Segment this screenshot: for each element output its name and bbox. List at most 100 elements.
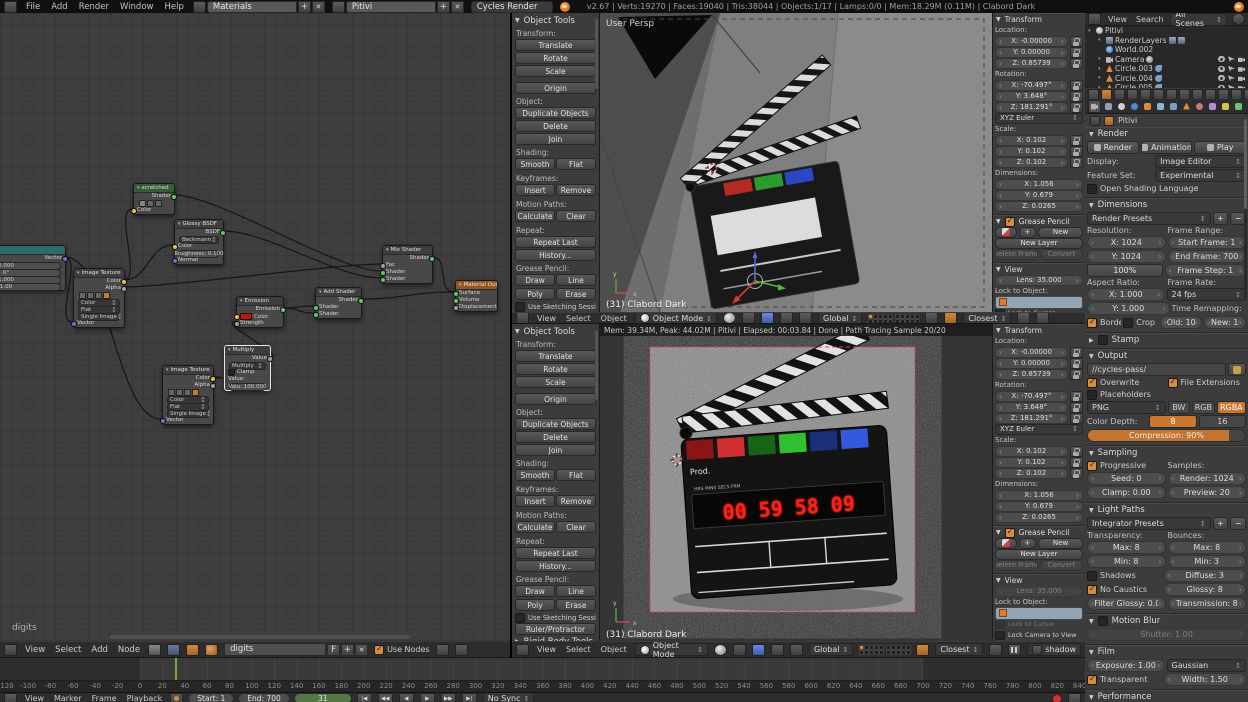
lock-toggle[interactable] (1070, 58, 1083, 69)
button[interactable]: + (1213, 517, 1229, 530)
tool-button[interactable]: Erase (556, 288, 596, 300)
checkbox[interactable]: Lock Camera to View (995, 631, 1083, 640)
opengl-render-icon[interactable] (1017, 312, 1030, 324)
checkbox[interactable]: File Extensions (1168, 377, 1247, 388)
pivot-point-icon[interactable] (742, 312, 755, 324)
tool-button[interactable]: Rotate (515, 52, 596, 64)
search-icon[interactable] (1232, 13, 1245, 25)
dropdown[interactable]: XYZ Euler (995, 113, 1083, 124)
input-socket[interactable] (453, 305, 459, 311)
fake-user-button[interactable]: F (327, 644, 340, 656)
tab-texture[interactable] (1207, 101, 1218, 112)
sync-mode-select[interactable]: No Sync (483, 692, 535, 702)
current-frame-field[interactable]: 31 (295, 694, 351, 702)
tool-button[interactable]: Duplicate Objects (515, 107, 596, 119)
menu-view[interactable]: View (535, 645, 558, 654)
panel-header[interactable]: ▼Light Paths (1085, 504, 1248, 516)
menu-add[interactable]: Add (89, 645, 109, 655)
menu-file[interactable]: File (24, 2, 42, 12)
tab-object-data[interactable] (1181, 101, 1192, 112)
node-header[interactable]: Glossy BSDF (175, 220, 223, 229)
panel-header[interactable]: ▼View (993, 264, 1085, 275)
menu-marker[interactable]: Marker (52, 694, 84, 702)
value-field[interactable]: ‹X: 1.056› (995, 490, 1083, 501)
tool-button[interactable]: Smooth (515, 158, 555, 170)
button[interactable]: Convert (1040, 249, 1083, 260)
toggle-button[interactable]: 16 (1199, 415, 1246, 428)
filter-icon-5[interactable] (1153, 89, 1164, 100)
value-field[interactable]: ‹Seed: 0› (1087, 472, 1166, 485)
timeline-track[interactable] (0, 658, 1085, 681)
tool-button[interactable]: Draw (515, 274, 555, 286)
image-icon[interactable] (87, 292, 94, 299)
value-field[interactable]: ‹Y: 0.679› (995, 501, 1083, 512)
panel-header-object-tools[interactable]: ▼Object Tools (515, 326, 596, 337)
button[interactable]: + (1019, 538, 1037, 549)
lock-toggle[interactable] (1070, 91, 1083, 102)
image-icon[interactable] (103, 292, 110, 299)
tab-render[interactable] (1088, 100, 1101, 113)
filter-icon-3[interactable] (1127, 89, 1138, 100)
manipulator-scale-icon[interactable] (799, 312, 812, 324)
tool-button[interactable]: History... (515, 249, 596, 261)
tab-render-layers[interactable] (1103, 101, 1114, 112)
add-layout-button[interactable] (298, 1, 311, 13)
node-header[interactable]: scratched (134, 184, 174, 193)
selectability-icon[interactable] (1228, 66, 1235, 72)
filter-icon-6[interactable] (1166, 89, 1177, 100)
panel-header-object-tools[interactable]: ▼Object Tools (515, 15, 596, 26)
menu-search[interactable]: Search (1134, 15, 1165, 24)
outliner-row[interactable]: ▾Circle.004 (1085, 74, 1248, 84)
value-field[interactable]: ‹Z: 0.102› (995, 157, 1068, 168)
lock-toggle[interactable] (1070, 102, 1083, 113)
keying-set-icon[interactable] (1068, 693, 1081, 702)
image-icon[interactable] (79, 292, 86, 299)
renderability-icon[interactable] (1238, 75, 1245, 81)
manipulator-rotate-icon[interactable] (771, 644, 784, 656)
tool-button[interactable]: Repeat Last (515, 547, 596, 559)
checkbox[interactable]: Transparent (1087, 674, 1162, 685)
dropdown[interactable]: Experimental (1155, 169, 1246, 182)
filter-icon-2[interactable] (1114, 89, 1125, 100)
layers-widget[interactable] (859, 645, 910, 654)
transform-orientation-select[interactable]: Global (809, 643, 853, 656)
value-field[interactable]: ‹Y: 1.000› (1087, 302, 1170, 315)
checkbox[interactable]: Placeholders (1087, 389, 1246, 400)
button[interactable]: Animation (1141, 141, 1193, 154)
value-field[interactable]: ‹Y: 1024› (1087, 250, 1166, 263)
value-field[interactable]: ‹X: 0.102› (995, 135, 1068, 146)
lock-toggle[interactable] (1070, 358, 1083, 369)
filter-icon-1[interactable] (1101, 89, 1112, 100)
node-header[interactable]: Image Texture (74, 269, 124, 278)
image-icon[interactable] (192, 389, 199, 396)
panel-header[interactable]: ▼Sampling (1085, 447, 1248, 459)
shader-type-object-icon[interactable] (148, 644, 161, 656)
lock-toggle[interactable] (1070, 468, 1083, 479)
tab-scene[interactable] (1116, 101, 1127, 112)
delete-layout-button[interactable] (312, 1, 325, 13)
backdrop-icon[interactable] (455, 644, 468, 656)
value-field[interactable]: ‹Y: 0.102› (995, 146, 1068, 157)
value-field[interactable]: ‹New: 100› (1204, 316, 1246, 329)
snap-element-select[interactable]: Closest (963, 312, 1011, 324)
tool-button[interactable]: Flat (556, 469, 596, 481)
node-header[interactable]: Mix Shader (383, 246, 432, 255)
value-field[interactable]: ‹Render: 1024› (1168, 472, 1247, 485)
outliner-row[interactable]: ▾Pitivi (1085, 26, 1248, 36)
button[interactable]: − (1230, 517, 1246, 530)
tab-material[interactable] (1194, 101, 1205, 112)
dropdown[interactable]: PNG (1087, 401, 1166, 414)
expander-icon[interactable]: ▾ (1088, 28, 1094, 34)
tool-button[interactable]: Ruler/Protractor (515, 623, 596, 635)
node-glossy[interactable]: Glossy BSDFBSDFBeckmannColorRoughness: 0… (174, 219, 224, 265)
snap-magnet-icon[interactable] (944, 312, 957, 324)
tool-button[interactable]: Insert (515, 495, 555, 507)
lock-toggle[interactable] (1070, 402, 1083, 413)
menu-view[interactable]: View (1106, 15, 1129, 24)
node-multiply[interactable]: MultiplyValueMultiplyClampValue:Valu: 10… (224, 345, 271, 391)
scene-icon[interactable] (332, 1, 345, 13)
panel-header[interactable]: ▼Render (1085, 128, 1248, 140)
button[interactable]: Convert (1040, 560, 1083, 571)
manipulator-rotate-icon[interactable] (780, 312, 793, 324)
editor-type-icon[interactable] (1088, 13, 1101, 25)
